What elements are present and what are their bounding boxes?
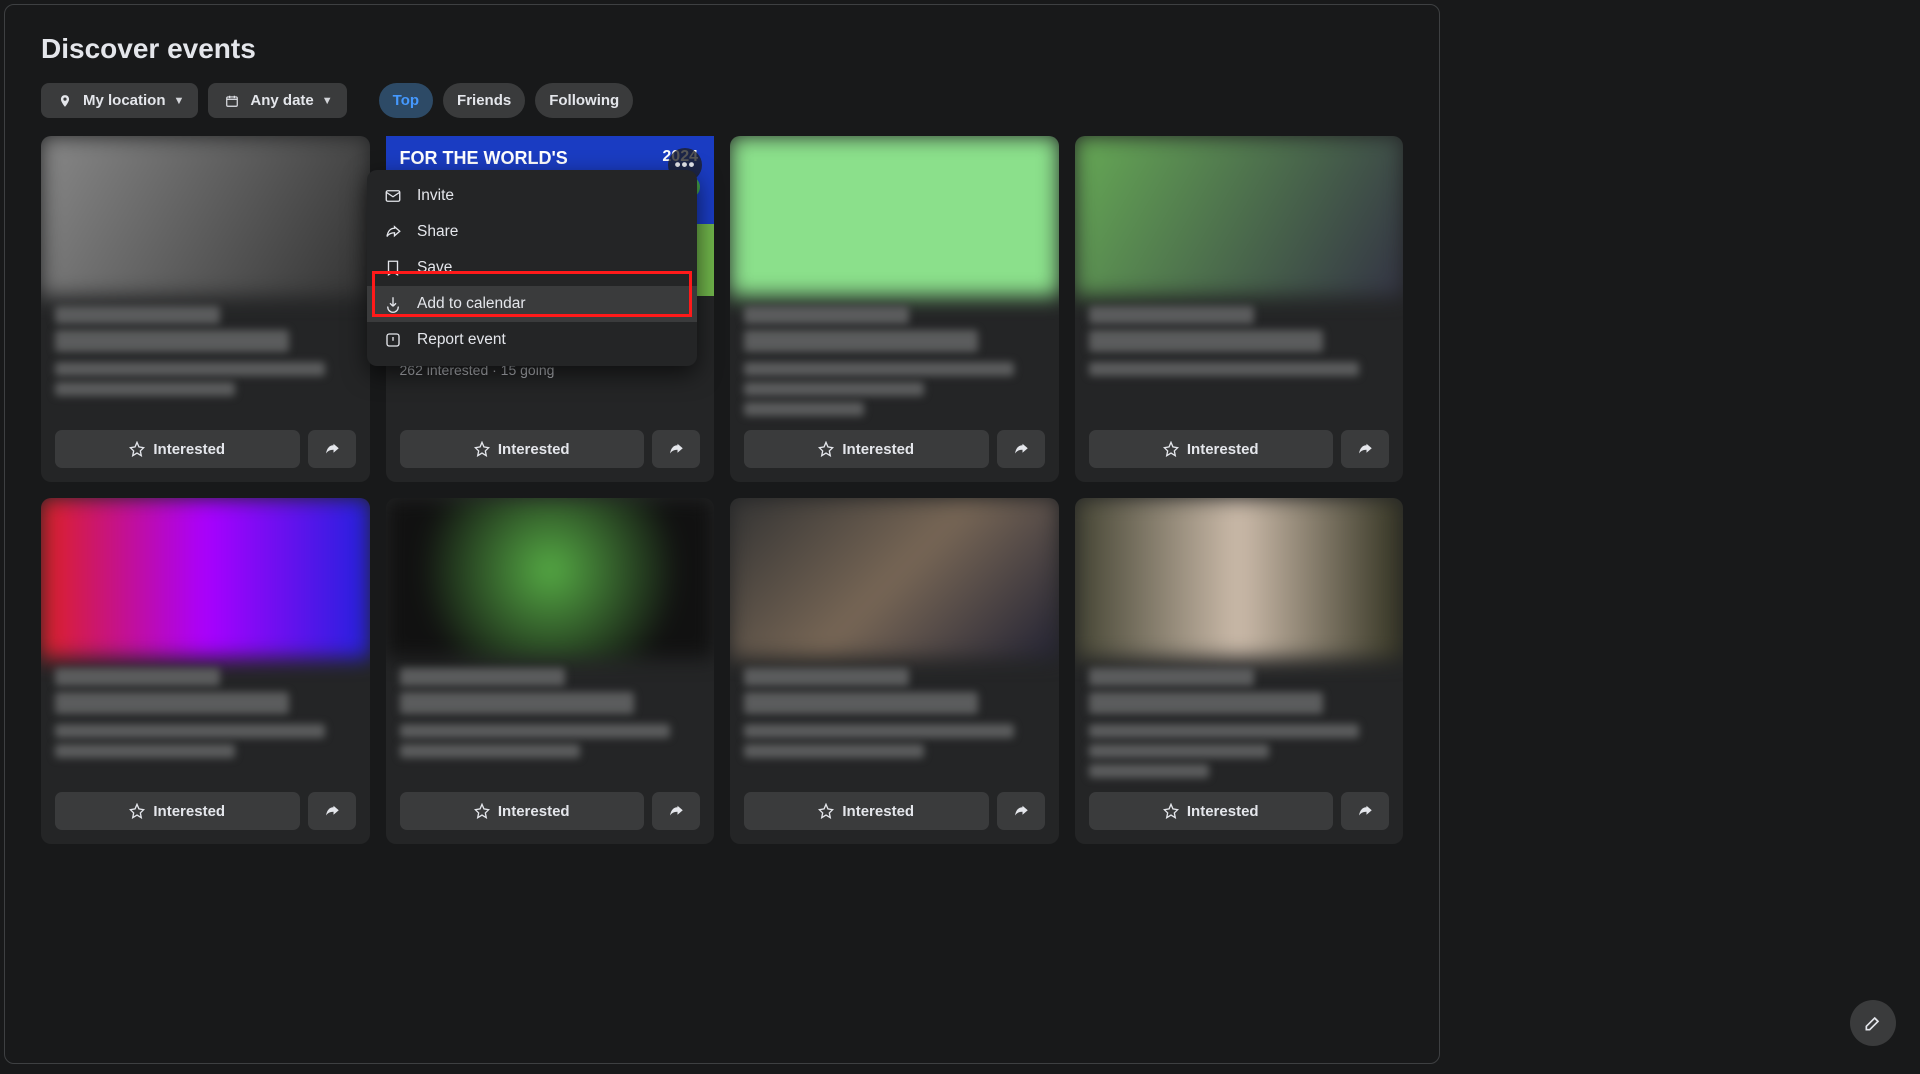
location-pin-icon (55, 94, 75, 108)
event-context-menu: Invite Share Save Add to calendar Report… (367, 170, 697, 366)
share-button[interactable] (652, 792, 700, 830)
interested-button[interactable]: Interested (1089, 792, 1334, 830)
menu-save[interactable]: Save (367, 250, 697, 286)
menu-invite-label: Invite (417, 187, 454, 205)
event-cover-image (730, 136, 1059, 296)
menu-report[interactable]: Report event (367, 322, 697, 358)
events-grid: Interested FOR THE WORLD'S EV CHARGER BR… (41, 136, 1403, 844)
share-button[interactable] (652, 430, 700, 468)
menu-share[interactable]: Share (367, 214, 697, 250)
interested-label: Interested (842, 441, 914, 458)
share-button[interactable] (308, 430, 356, 468)
interested-label: Interested (498, 803, 570, 820)
menu-add-calendar[interactable]: Add to calendar (367, 286, 697, 322)
interested-button[interactable]: Interested (400, 430, 645, 468)
event-card[interactable]: Interested (386, 498, 715, 844)
menu-report-label: Report event (417, 331, 506, 349)
event-card[interactable]: Interested (730, 498, 1059, 844)
banner-line1: FOR THE WORLD'S (400, 148, 701, 169)
star-icon (1163, 803, 1179, 819)
event-cover-image (41, 498, 370, 658)
events-page: Discover events My location ▼ Any date ▼… (4, 4, 1440, 1064)
tab-friends[interactable]: Friends (443, 83, 525, 118)
interested-button[interactable]: Interested (1089, 430, 1334, 468)
download-icon (383, 295, 403, 313)
calendar-icon (222, 94, 242, 108)
share-arrow-icon (667, 802, 685, 820)
filters-row: My location ▼ Any date ▼ Top Friends Fol… (41, 83, 1403, 118)
share-button[interactable] (1341, 430, 1389, 468)
tab-top[interactable]: Top (379, 83, 433, 118)
event-card[interactable]: Interested (41, 498, 370, 844)
star-icon (474, 441, 490, 457)
envelope-icon (383, 187, 403, 205)
star-icon (1163, 441, 1179, 457)
star-icon (129, 441, 145, 457)
date-label: Any date (250, 92, 313, 109)
event-card[interactable]: Interested (1075, 136, 1404, 482)
share-arrow-icon (1012, 440, 1030, 458)
share-button[interactable] (308, 792, 356, 830)
report-icon (383, 331, 403, 349)
interested-label: Interested (842, 803, 914, 820)
interested-button[interactable]: Interested (55, 430, 300, 468)
menu-add-calendar-label: Add to calendar (417, 295, 526, 313)
share-arrow-icon (323, 802, 341, 820)
interested-label: Interested (498, 441, 570, 458)
star-icon (129, 803, 145, 819)
interested-label: Interested (1187, 441, 1259, 458)
edit-icon (1863, 1013, 1883, 1033)
share-button[interactable] (1341, 792, 1389, 830)
interested-label: Interested (1187, 803, 1259, 820)
menu-share-label: Share (417, 223, 458, 241)
event-cover-image (41, 136, 370, 296)
share-arrow-icon (1012, 802, 1030, 820)
event-card[interactable]: Interested (1075, 498, 1404, 844)
compose-button[interactable] (1850, 1000, 1896, 1046)
event-cover-image (1075, 498, 1404, 658)
interested-label: Interested (153, 803, 225, 820)
date-filter[interactable]: Any date ▼ (208, 83, 346, 118)
share-arrow-icon (667, 440, 685, 458)
event-card[interactable]: Interested (730, 136, 1059, 482)
share-button[interactable] (997, 430, 1045, 468)
star-icon (474, 803, 490, 819)
event-card[interactable]: Interested (41, 136, 370, 482)
location-filter[interactable]: My location ▼ (41, 83, 198, 118)
star-icon (818, 803, 834, 819)
share-arrow-icon (323, 440, 341, 458)
tab-following[interactable]: Following (535, 83, 633, 118)
interested-label: Interested (153, 441, 225, 458)
share-arrow-icon (1356, 440, 1374, 458)
bookmark-icon (383, 259, 403, 277)
share-arrow-icon (1356, 802, 1374, 820)
location-label: My location (83, 92, 166, 109)
interested-button[interactable]: Interested (55, 792, 300, 830)
share-arrow-icon (383, 223, 403, 241)
menu-save-label: Save (417, 259, 452, 277)
event-cover-image (730, 498, 1059, 658)
event-cover-image (1075, 136, 1404, 296)
chevron-down-icon: ▼ (322, 95, 333, 107)
interested-button[interactable]: Interested (744, 430, 989, 468)
page-title: Discover events (41, 33, 1403, 65)
interested-button[interactable]: Interested (400, 792, 645, 830)
star-icon (818, 441, 834, 457)
share-button[interactable] (997, 792, 1045, 830)
interested-button[interactable]: Interested (744, 792, 989, 830)
chevron-down-icon: ▼ (174, 95, 185, 107)
event-cover-image (386, 498, 715, 658)
menu-invite[interactable]: Invite (367, 178, 697, 214)
